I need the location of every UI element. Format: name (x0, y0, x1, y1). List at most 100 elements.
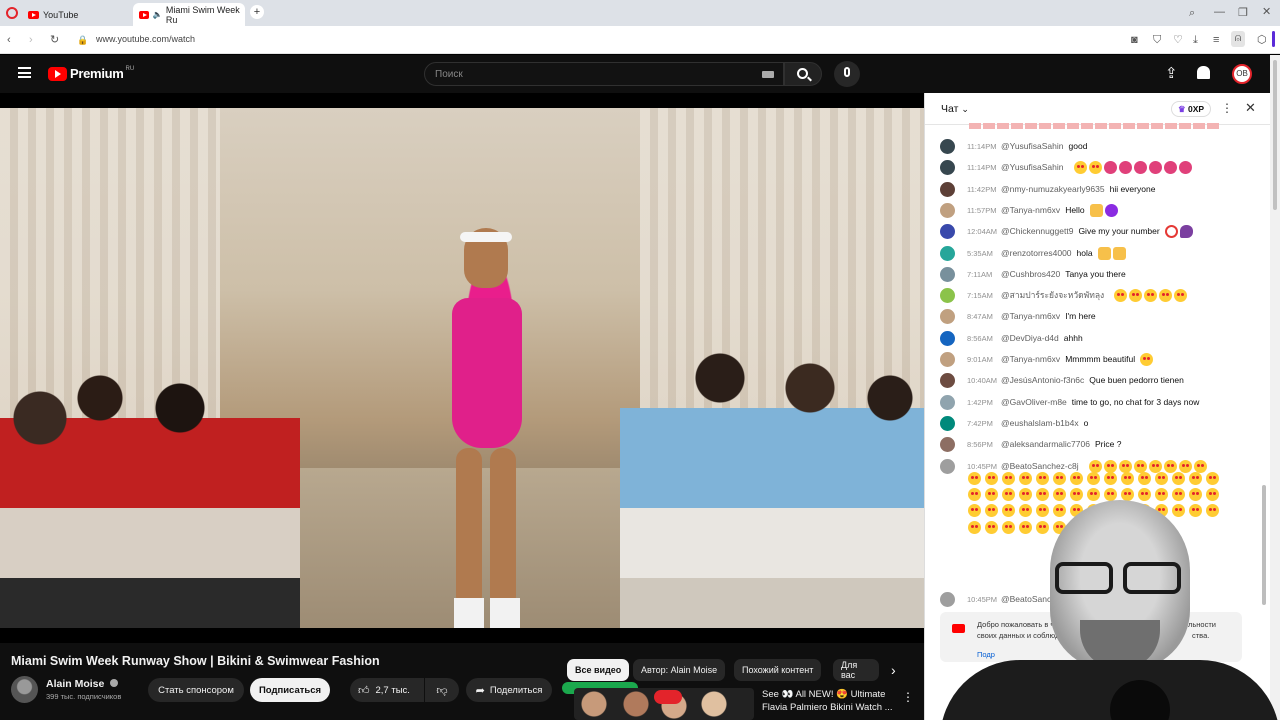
chip-all-videos[interactable]: Все видео (567, 659, 630, 681)
recommendation-title[interactable]: See 👀 All NEW! 😍 Ultimate Flavia Palmier… (762, 688, 893, 714)
tongue-emoji-icon (1133, 160, 1147, 174)
maximize-icon[interactable]: ❐ (1238, 6, 1248, 20)
audience-right (620, 338, 924, 628)
wave-emoji-icon (1097, 246, 1111, 260)
chat-more-options-icon[interactable]: ⋮ (1221, 101, 1233, 115)
chat-author[interactable]: @eushalslam-b1b4x (1001, 418, 1079, 428)
chat-author[interactable]: @DevDiya-d4d (1001, 333, 1059, 343)
chat-author[interactable]: @Cushbros420 (1001, 269, 1060, 279)
youtube-play-logo-icon (48, 66, 67, 81)
chip-related[interactable]: Похожий контент (734, 659, 822, 681)
heart-emoji-icon (1163, 459, 1177, 473)
chat-avatar (940, 372, 955, 388)
chat-author[interactable]: @Chickennuggett9 (1001, 226, 1073, 236)
search-button[interactable] (784, 62, 822, 86)
chat-mode-selector[interactable]: Чат ⌄ (941, 103, 969, 115)
subscriber-count: 399 тыс. подписчиков (46, 692, 122, 701)
notifications-bell-icon[interactable] (1197, 66, 1210, 79)
chat-author[interactable]: @renzotorres4000 (1001, 248, 1072, 258)
heart-eyes-emoji-icon (1121, 472, 1134, 485)
chat-message: 12:04AM @Chickennuggett9 Give my your numb… (940, 222, 1195, 240)
url-field[interactable]: www.youtube.com/watch (96, 34, 195, 44)
youtube-logo[interactable]: Premium RU (48, 66, 134, 81)
heart-eyes-emoji-icon (1206, 472, 1219, 485)
tab-youtube[interactable]: YouTube (22, 3, 130, 26)
channel-name[interactable]: Alain Moise (46, 678, 119, 690)
page-scrollbar-thumb[interactable] (1273, 60, 1277, 210)
chat-avatar (940, 287, 955, 303)
chat-time: 11:14PM (967, 162, 997, 172)
download-icon[interactable]: ⤓ (1193, 33, 1198, 47)
chat-message: 5:35AM @renzotorres4000 hola (940, 244, 1128, 262)
heart-emoji-icon (1103, 459, 1117, 473)
chat-avatar (940, 330, 955, 346)
reload-icon[interactable]: ↻ (50, 33, 59, 47)
share-arrow-icon: ➦ (475, 684, 485, 697)
shield-icon[interactable]: ⛉ (1153, 33, 1161, 47)
user-avatar[interactable]: ОВ (1232, 64, 1252, 84)
xp-badge[interactable]: ♛ 0XP (1171, 101, 1212, 117)
chat-author[interactable]: @Tanya-nm6xv (1001, 205, 1060, 215)
extensions-icon[interactable]: ⬡ (1257, 33, 1267, 47)
heart-emoji-icon (1133, 459, 1147, 473)
profile-icon[interactable]: ⍝ (1231, 31, 1245, 47)
search-tabs-icon[interactable]: ⌕ (1189, 6, 1195, 20)
like-button[interactable]: 👍︎ 2,7 тыс. (350, 678, 424, 702)
chat-message: 8:56PM @aleksandarmalic7706 Price ? (940, 435, 1126, 453)
chat-author[interactable]: @YusufisaSahin (1001, 162, 1064, 172)
menu-icon[interactable]: ≡ (1213, 33, 1219, 47)
chat-author[interactable]: @YusufisaSahin (1001, 141, 1064, 151)
hamburger-menu-icon[interactable] (18, 67, 31, 78)
chat-author[interactable]: @Tanya-nm6xv (1001, 354, 1060, 364)
chip-for-you[interactable]: Для вас (833, 659, 879, 681)
recommendation-thumbnails[interactable] (574, 688, 754, 720)
heart-eyes-emoji-icon (1053, 472, 1066, 485)
streamer-glasses (1055, 562, 1185, 596)
close-window-icon[interactable]: ✕ (1262, 5, 1271, 19)
voice-search-button[interactable] (834, 61, 860, 87)
chat-text: Mmmmm beautiful (1065, 354, 1136, 364)
chat-author[interactable]: @nmy-numuzakyearly9635 (1001, 184, 1105, 194)
chat-author[interactable]: @JesúsAntonio-f3n6c (1001, 375, 1084, 385)
subscribe-button[interactable]: Подписаться (250, 678, 330, 702)
chat-author[interactable]: @Tanya-nm6xv (1001, 311, 1060, 321)
forward-icon[interactable]: › (29, 33, 33, 47)
close-chat-icon[interactable]: ✕ (1245, 100, 1256, 116)
chips-next-chevron-icon[interactable]: › (891, 662, 896, 678)
chat-time: 5:35AM (967, 248, 993, 258)
video-player[interactable] (0, 108, 924, 628)
new-tab-button[interactable]: + (250, 5, 264, 19)
sponsor-button[interactable]: Стать спонсором (148, 678, 244, 702)
keyboard-icon[interactable] (762, 71, 774, 78)
heart-eyes-emoji-icon (1155, 472, 1168, 485)
chat-time: 11:42PM (967, 184, 997, 194)
chat-author[interactable]: @aleksandarmalic7706 (1001, 439, 1090, 449)
heart-icon[interactable]: ♡ (1173, 33, 1183, 47)
opera-logo-icon[interactable] (6, 7, 18, 19)
minimize-icon[interactable]: — (1214, 5, 1225, 19)
browser-tab-bar: YouTube 🔈 Miami Swim Week Ru + ⌕ — ❐ ✕ (0, 0, 1280, 26)
chat-avatar (940, 436, 955, 452)
chat-text: hola (1076, 248, 1093, 258)
chat-author[interactable]: @GavOliver-m8e (1001, 397, 1067, 407)
chat-author[interactable]: @สามปาร์ระยังจะหวัดพัทลุง (1001, 288, 1104, 302)
search-input[interactable]: Поиск (424, 62, 784, 86)
youtube-favicon-icon (28, 10, 39, 19)
recommendation-more-icon[interactable]: ⋮ (902, 690, 914, 704)
webcam-overlay (940, 490, 1280, 720)
channel-avatar[interactable] (11, 676, 38, 703)
chip-by-author[interactable]: Автор: Alain Moise (633, 659, 726, 681)
camera-icon[interactable]: ◙ (1131, 33, 1138, 47)
eggplant-emoji-icon (1179, 224, 1193, 238)
lock-icon[interactable]: 🔒 (77, 33, 88, 47)
chat-text: Price ? (1094, 439, 1122, 449)
back-icon[interactable]: ‹ (7, 33, 11, 47)
chat-author[interactable]: @BeatoSanchez-c8j (1001, 461, 1079, 471)
create-upload-icon[interactable]: ⇪ (1165, 66, 1178, 81)
chat-avatar (940, 202, 955, 218)
dislike-button[interactable]: 👎︎ (425, 678, 459, 702)
heart-eyes-emoji-icon (1036, 472, 1049, 485)
share-button[interactable]: ➦ Поделиться (466, 678, 552, 702)
tab-miami-swim-week[interactable]: 🔈 Miami Swim Week Ru (133, 3, 245, 26)
chat-time: 11:57PM (967, 205, 997, 215)
